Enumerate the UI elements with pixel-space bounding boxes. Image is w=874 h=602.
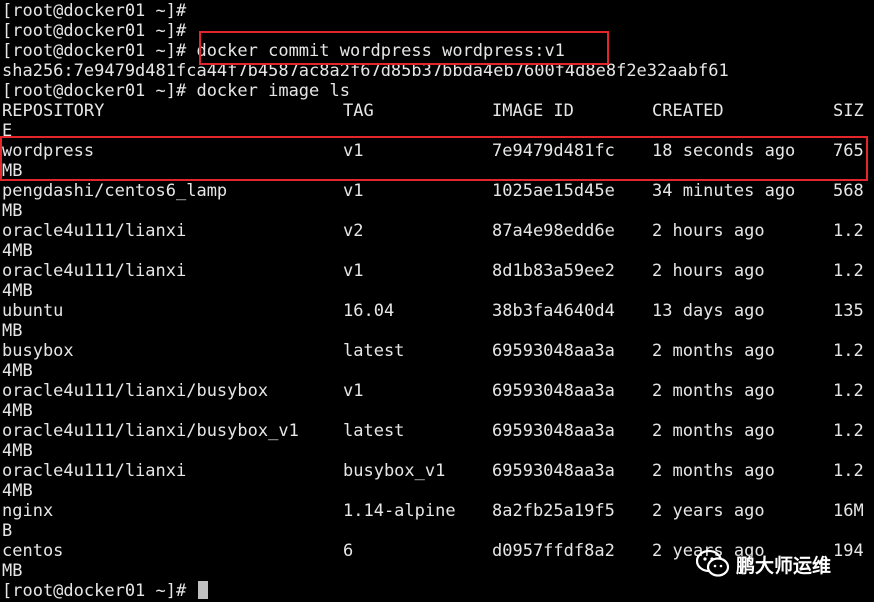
header-size: SIZ [833,101,864,121]
cell-tag: 6 [343,541,354,561]
cell-image-id: 69593048aa3a [492,341,615,361]
cell-size: 1.2 [833,341,864,361]
terminal-window[interactable]: [root@docker01 ~]# [root@docker01 ~]# [roo… [0,0,874,602]
cell-created: 2 years ago [652,501,765,521]
wechat-icon [695,549,730,579]
cell-tag: latest [343,421,405,441]
cell-repository: oracle4u111/lianxi [2,461,187,481]
cell-created: 2 months ago [652,341,775,361]
table-header: REPOSITORY TAG IMAGE ID CREATED SIZ [2,101,872,121]
text-cursor [198,581,209,599]
header-repository: REPOSITORY [2,101,105,121]
header-created: CREATED [652,101,724,121]
row-size-wrap: MB [2,161,23,181]
prompt-text: [root@docker01 ~]# [2,581,197,601]
watermark: 鹏大师运维 [695,546,832,582]
terminal-line: [root@docker01 ~]# [2,1,187,21]
cell-repository: busybox [2,341,74,361]
cell-tag: v1 [343,381,364,401]
command-prompt[interactable]: [root@docker01 ~]# [2,581,209,601]
cell-image-id: 8a2fb25a19f5 [492,501,615,521]
row-size-wrap: 4MB [2,481,33,501]
row-size-wrap: B [2,521,13,541]
watermark-text: 鹏大师运维 [736,554,832,577]
terminal-line: [root@docker01 ~]# docker image ls [2,81,350,101]
table-row: wordpress v1 7e9479d481fc 18 seconds ago 765 [2,141,872,161]
cell-repository: pengdashi/centos6_lamp [2,181,228,201]
row-size-wrap: MB [2,201,23,221]
cell-size: 765 [833,141,864,161]
row-size-wrap: 4MB [2,401,33,421]
cell-image-id: 69593048aa3a [492,461,615,481]
table-row: pengdashi/centos6_lamp v1 1025ae15d45e 34 m… [2,181,872,201]
cell-tag: v1 [343,261,364,281]
cell-size: 194 [833,541,864,561]
cell-repository: oracle4u111/lianxi/busybox [2,381,269,401]
table-row: oracle4u111/lianxi/busybox_v1 latest 69593… [2,421,872,441]
row-size-wrap: MB [2,321,23,341]
header-tag: TAG [343,101,374,121]
row-size-wrap: MB [2,561,23,581]
cell-image-id: 8d1b83a59ee2 [492,261,615,281]
cell-tag: busybox_v1 [343,461,446,481]
row-size-wrap: 4MB [2,241,33,261]
header-image-id: IMAGE ID [492,101,574,121]
row-size-wrap: 4MB [2,361,33,381]
terminal-line: [root@docker01 ~]# [2,21,187,41]
cell-image-id: 7e9479d481fc [492,141,615,161]
cell-created: 2 months ago [652,381,775,401]
cell-image-id: d0957ffdf8a2 [492,541,615,561]
table-row: oracle4u111/lianxi v1 8d1b83a59ee2 2 hours … [2,261,872,281]
cell-repository: wordpress [2,141,95,161]
cell-repository: oracle4u111/lianxi [2,221,187,241]
terminal-line: sha256:7e9479d481fca44f7b4587ac8a2f67d85… [2,61,729,81]
table-row: oracle4u111/lianxi/busybox v1 69593048aa3a… [2,381,872,401]
cell-repository: nginx [2,501,54,521]
cell-tag: latest [343,341,405,361]
table-row: oracle4u111/lianxi v2 87a4e98edd6e 2 hours … [2,221,872,241]
cell-size: 1.2 [833,261,864,281]
cell-created: 13 days ago [652,301,765,321]
cell-created: 18 seconds ago [652,141,796,161]
table-row: ubuntu 16.04 38b3fa4640d4 13 days ago 135 [2,301,872,321]
table-row: busybox latest 69593048aa3a 2 months ago 1.2 [2,341,872,361]
table-row: oracle4u111/lianxi busybox_v1 69593048aa3a… [2,461,872,481]
cell-created: 34 minutes ago [652,181,796,201]
cell-tag: v1 [343,141,364,161]
cell-image-id: 69593048aa3a [492,381,615,401]
cell-repository: oracle4u111/lianxi [2,261,187,281]
cell-image-id: 69593048aa3a [492,421,615,441]
header-size-wrap: E [2,121,13,141]
cell-tag: v2 [343,221,364,241]
cell-size: 568 [833,181,864,201]
cell-size: 1.2 [833,221,864,241]
cell-image-id: 87a4e98edd6e [492,221,615,241]
cell-size: 16M [833,501,864,521]
cell-tag: v1 [343,181,364,201]
cell-size: 1.2 [833,421,864,441]
cell-image-id: 38b3fa4640d4 [492,301,615,321]
cell-repository: ubuntu [2,301,64,321]
cell-repository: oracle4u111/lianxi/busybox_v1 [2,421,299,441]
cell-tag: 16.04 [343,301,395,321]
cell-created: 2 months ago [652,461,775,481]
cell-size: 1.2 [833,461,864,481]
row-size-wrap: 4MB [2,281,33,301]
terminal-line: [root@docker01 ~]# docker commit wordpre… [2,41,565,61]
cell-created: 2 months ago [652,421,775,441]
cell-created: 2 hours ago [652,261,765,281]
cell-created: 2 hours ago [652,221,765,241]
cell-size: 1.2 [833,381,864,401]
row-size-wrap: 4MB [2,441,33,461]
table-row: nginx 1.14-alpine 8a2fb25a19f5 2 years ago 1… [2,501,872,521]
cell-size: 135 [833,301,864,321]
cell-repository: centos [2,541,64,561]
cell-image-id: 1025ae15d45e [492,181,615,201]
cell-tag: 1.14-alpine [343,501,456,521]
